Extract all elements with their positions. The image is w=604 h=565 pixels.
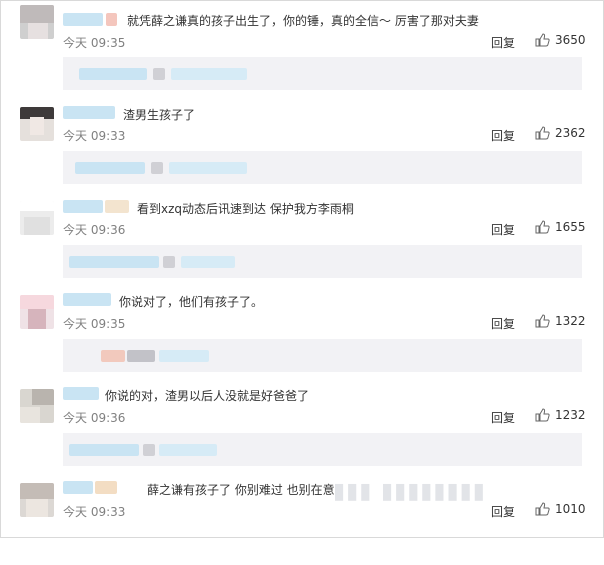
avatar[interactable] <box>20 295 54 329</box>
like-button[interactable]: 3650 <box>535 33 586 47</box>
reply-button[interactable]: 回复 <box>491 315 515 332</box>
thumbs-up-icon <box>535 502 550 516</box>
comment-item: 渣男生孩子了 今天 09:33 回复 2362 <box>1 95 604 189</box>
like-count: 2362 <box>555 126 586 140</box>
comment-item: 薛之谦有孩子了 你别难过 也别在意 今天 09:33 回复 1010 <box>1 471 604 565</box>
comment-time: 今天 09:33 <box>63 129 126 143</box>
like-count: 1010 <box>555 502 586 516</box>
like-button[interactable]: 2362 <box>535 126 586 140</box>
comment-text: 你说的对，渣男以后人没就是好爸爸了 <box>105 389 310 403</box>
comment-text: 薛之谦有孩子了 你别难过 也别在意 <box>147 483 335 497</box>
username-blurred[interactable] <box>63 13 103 26</box>
sub-reply-preview[interactable] <box>63 151 582 184</box>
avatar[interactable] <box>20 107 54 141</box>
reply-button[interactable]: 回复 <box>491 409 515 426</box>
comment-time: 今天 09:36 <box>63 411 126 425</box>
username-blurred[interactable] <box>106 13 117 26</box>
like-button[interactable]: 1010 <box>535 502 586 516</box>
comment-text: 渣男生孩子了 <box>123 108 196 122</box>
like-count: 1322 <box>555 314 586 328</box>
thumbs-up-icon <box>535 126 550 140</box>
watermark-overlay: ▮▮▮ ▮▮▮▮▮▮▮▮ <box>333 479 486 504</box>
comment-time: 今天 09:36 <box>63 223 126 237</box>
username-blurred[interactable] <box>63 106 115 119</box>
sub-reply-preview[interactable] <box>63 57 582 90</box>
comment-time: 今天 09:35 <box>63 36 126 50</box>
like-count: 1232 <box>555 408 586 422</box>
reply-button[interactable]: 回复 <box>491 127 515 144</box>
comment-item: 看到xzq动态后讯速到达 保护我方李雨桐 今天 09:36 回复 1655 <box>1 189 604 283</box>
username-blurred[interactable] <box>105 200 129 213</box>
comment-item: 你说的对，渣男以后人没就是好爸爸了 今天 09:36 回复 1232 <box>1 377 604 471</box>
username-blurred[interactable] <box>63 387 99 400</box>
comment-list: 就凭薛之谦真的孩子出生了，你的锤，真的全信～ 厉害了那对夫妻 今天 09:35 … <box>0 0 604 538</box>
like-count: 1655 <box>555 220 586 234</box>
comment-item: 你说对了，他们有孩子了。 今天 09:35 回复 1322 <box>1 283 604 377</box>
username-blurred[interactable] <box>95 481 117 494</box>
thumbs-up-icon <box>535 408 550 422</box>
thumbs-up-icon <box>535 314 550 328</box>
sub-reply-preview[interactable] <box>63 339 582 372</box>
comment-time: 今天 09:33 <box>63 505 126 519</box>
avatar[interactable] <box>20 483 54 517</box>
comment-time: 今天 09:35 <box>63 317 126 331</box>
thumbs-up-icon <box>535 220 550 234</box>
avatar[interactable] <box>20 5 54 39</box>
reply-button[interactable]: 回复 <box>491 503 515 520</box>
comment-item: 就凭薛之谦真的孩子出生了，你的锤，真的全信～ 厉害了那对夫妻 今天 09:35 … <box>1 1 604 95</box>
reply-button[interactable]: 回复 <box>491 34 515 51</box>
avatar[interactable] <box>20 389 54 423</box>
thumbs-up-icon <box>535 33 550 47</box>
username-blurred[interactable] <box>63 293 111 306</box>
comment-text: 就凭薛之谦真的孩子出生了，你的锤，真的全信～ 厉害了那对夫妻 <box>127 14 479 28</box>
username-blurred[interactable] <box>63 200 103 213</box>
sub-reply-preview[interactable] <box>63 433 582 466</box>
comment-text: 看到xzq动态后讯速到达 保护我方李雨桐 <box>137 202 354 216</box>
username-blurred[interactable] <box>63 481 93 494</box>
sub-reply-preview[interactable] <box>63 245 582 278</box>
like-button[interactable]: 1655 <box>535 220 586 234</box>
avatar[interactable] <box>20 201 54 235</box>
like-count: 3650 <box>555 33 586 47</box>
comment-text: 你说对了，他们有孩子了。 <box>119 295 264 309</box>
reply-button[interactable]: 回复 <box>491 221 515 238</box>
like-button[interactable]: 1232 <box>535 408 586 422</box>
like-button[interactable]: 1322 <box>535 314 586 328</box>
